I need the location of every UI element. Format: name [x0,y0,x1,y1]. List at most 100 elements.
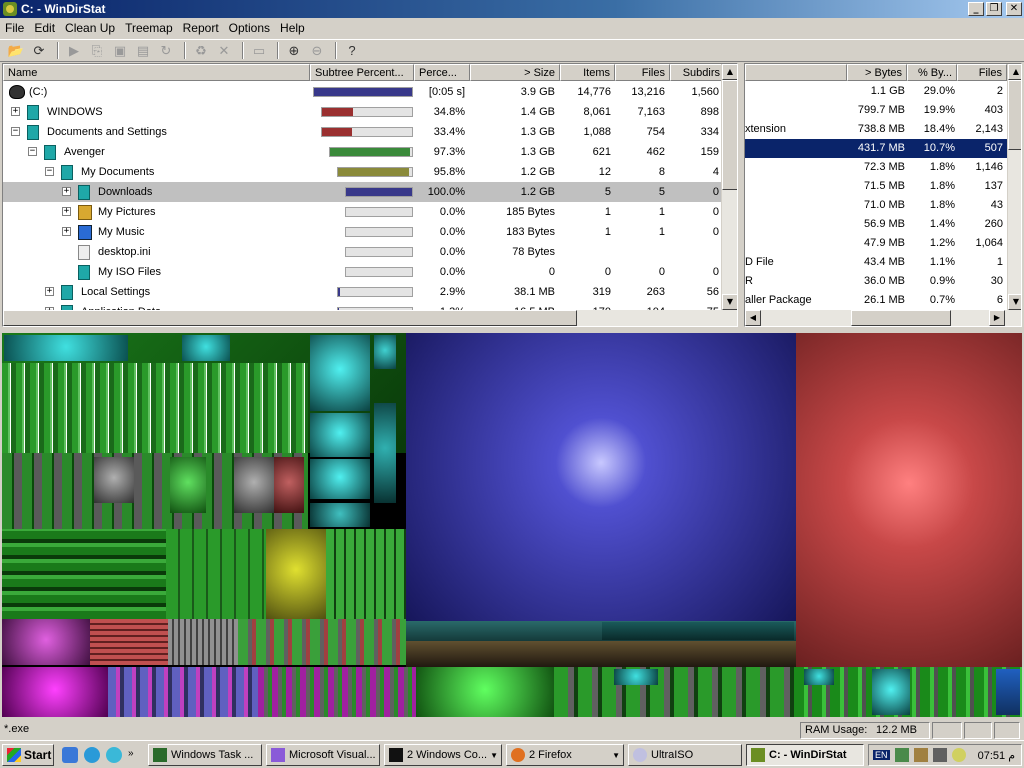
extension-row[interactable]: 431.7 MB 10.7% 507 [745,139,1007,158]
extension-row[interactable]: aller Package 26.1 MB 0.7% 6 [745,291,1007,310]
treemap-cell[interactable] [2,529,166,619]
refresh-icon[interactable]: ⟳ [29,41,49,60]
task-microsoft-visual[interactable]: Microsoft Visual... [266,744,380,766]
tree-vertical-scrollbar[interactable]: ▲ ▼ [721,64,737,310]
treemap-cell[interactable] [258,667,416,717]
command-prompt-icon[interactable]: ▤ [133,41,153,60]
treemap-cell[interactable] [374,403,396,503]
task-windows-task-manager[interactable]: Windows Task ... [148,744,262,766]
internet-explorer-icon[interactable] [84,747,100,763]
tree-expander-icon[interactable]: − [28,147,37,156]
treemap-cell[interactable] [182,335,230,361]
extension-row[interactable]: 72.3 MB 1.8% 1,146 [745,158,1007,177]
tree-row[interactable]: − My Documents 95.8% 1.2 GB 12 8 4 [3,162,721,182]
tree-row[interactable]: + My Pictures 0.0% 185 Bytes 1 1 0 [3,202,721,222]
zoom-in-icon[interactable]: ⊕ [284,41,304,60]
column-header-ext-files[interactable]: Files [957,64,1007,81]
directory-tree-list[interactable]: Name Subtree Percent... Perce... > Size … [2,63,738,327]
extension-row[interactable]: 1.1 GB 29.0% 2 [745,82,1007,101]
scroll-left-arrow-icon[interactable]: ◀ [745,310,761,326]
column-header-files[interactable]: Files [615,64,670,81]
start-button[interactable]: Start [2,744,54,766]
menu-file[interactable]: File [0,21,29,35]
task-ultraiso[interactable]: UltraISO [628,744,742,766]
tree-row[interactable]: desktop.ini 0.0% 78 Bytes [3,242,721,262]
treemap-cell[interactable] [166,529,266,619]
tree-expander-icon[interactable]: + [11,107,20,116]
explorer-icon[interactable]: ▣ [110,41,130,60]
tree-expander-icon[interactable]: + [62,187,71,196]
refresh-selected-icon[interactable]: ↻ [156,41,176,60]
treemap-cell[interactable] [996,669,1020,715]
menu-clean-up[interactable]: Clean Up [60,21,120,35]
title-bar[interactable]: C: - WinDirStat _ ❐ ✕ [0,0,1024,18]
tree-row[interactable]: + My Music 0.0% 183 Bytes 1 1 0 [3,222,721,242]
extension-row[interactable]: 47.9 MB 1.2% 1,064 [745,234,1007,253]
tree-row[interactable]: (C:) [0:05 s] 3.9 GB 14,776 13,216 1,560 [3,82,721,102]
windirstat-app-icon[interactable] [3,2,17,16]
treemap-cell-large-red[interactable] [796,333,1022,667]
tree-expander-icon[interactable]: − [45,167,54,176]
treemap-cell[interactable] [2,363,308,453]
task-windows-command[interactable]: 2 Windows Co... ▼ [384,744,502,766]
treemap-cell[interactable] [602,622,794,640]
tree-row[interactable]: − Avenger 97.3% 1.3 GB 621 462 159 [3,142,721,162]
extension-horizontal-scrollbar[interactable]: ◀ ▶ [745,310,1021,326]
treemap-cell[interactable] [416,667,554,717]
clock[interactable]: 07:51 م [978,749,1015,762]
scroll-up-arrow-icon[interactable]: ▲ [722,64,737,80]
treemap-cell[interactable] [614,669,658,685]
extension-row[interactable]: 71.0 MB 1.8% 43 [745,196,1007,215]
extension-row[interactable]: xtension 738.8 MB 18.4% 2,143 [745,120,1007,139]
treemap-cell[interactable] [90,619,168,665]
treemap-cell[interactable] [238,619,406,665]
treemap-cell[interactable] [804,669,834,685]
tree-horizontal-scrollbar[interactable] [3,310,737,326]
menu-options[interactable]: Options [224,21,275,35]
task-windirstat[interactable]: C: - WinDirStat [746,744,864,766]
network-tray-icon[interactable] [894,748,909,762]
treemap-cell[interactable] [266,529,326,619]
treemap-cell[interactable] [168,619,238,665]
delete-icon[interactable]: ✕ [214,41,234,60]
tree-row[interactable]: + Downloads 100.0% 1.2 GB 5 5 0 [3,182,721,202]
column-header-percent-bytes[interactable]: % By... [907,64,957,81]
menu-edit[interactable]: Edit [29,21,60,35]
extension-row[interactable]: 56.9 MB 1.4% 260 [745,215,1007,234]
extension-row[interactable]: D File 43.4 MB 1.1% 1 [745,253,1007,272]
treemap-view[interactable] [2,333,1022,717]
minimize-button[interactable]: _ [968,2,984,16]
scroll-up-arrow-icon[interactable]: ▲ [1008,64,1021,80]
media-player-icon[interactable] [106,747,122,763]
scroll-down-arrow-icon[interactable]: ▼ [1008,294,1021,310]
treemap-cell[interactable] [108,667,258,717]
task-firefox[interactable]: 2 Firefox ▼ [506,744,624,766]
menu-help[interactable]: Help [275,21,310,35]
treemap-cell[interactable] [4,335,128,361]
extension-row[interactable]: 799.7 MB 19.9% 403 [745,101,1007,120]
scroll-thumb[interactable] [722,80,737,190]
treemap-cell[interactable] [326,529,406,619]
show-desktop-icon[interactable] [62,747,78,763]
column-header-subdirs[interactable]: Subdirs [670,64,725,81]
maximize-button[interactable]: ❐ [986,2,1002,16]
treemap-cell[interactable] [274,457,304,513]
treemap-cell[interactable] [2,667,108,717]
treemap-cell[interactable] [310,459,370,499]
treemap-cell[interactable] [554,667,794,717]
treemap-cell-large-blue[interactable] [406,333,796,621]
column-header-subtree-percent[interactable]: Subtree Percent... [310,64,414,81]
quick-launch-chevron-icon[interactable]: » [128,748,134,759]
copy-icon[interactable]: ⎘ [87,41,107,60]
treemap-cell[interactable] [310,335,370,411]
language-indicator[interactable]: EN [873,750,890,760]
new-folder-icon[interactable]: ▭ [249,41,269,60]
scroll-down-arrow-icon[interactable]: ▼ [722,294,737,310]
scroll-thumb[interactable] [3,310,577,326]
extension-row[interactable]: R 36.0 MB 0.9% 30 [745,272,1007,291]
menu-report[interactable]: Report [178,21,224,35]
treemap-cell[interactable] [234,457,274,513]
tools-tray-icon[interactable] [913,748,928,762]
column-header-extension[interactable] [745,64,847,81]
tree-row[interactable]: + WINDOWS 34.8% 1.4 GB 8,061 7,163 898 [3,102,721,122]
